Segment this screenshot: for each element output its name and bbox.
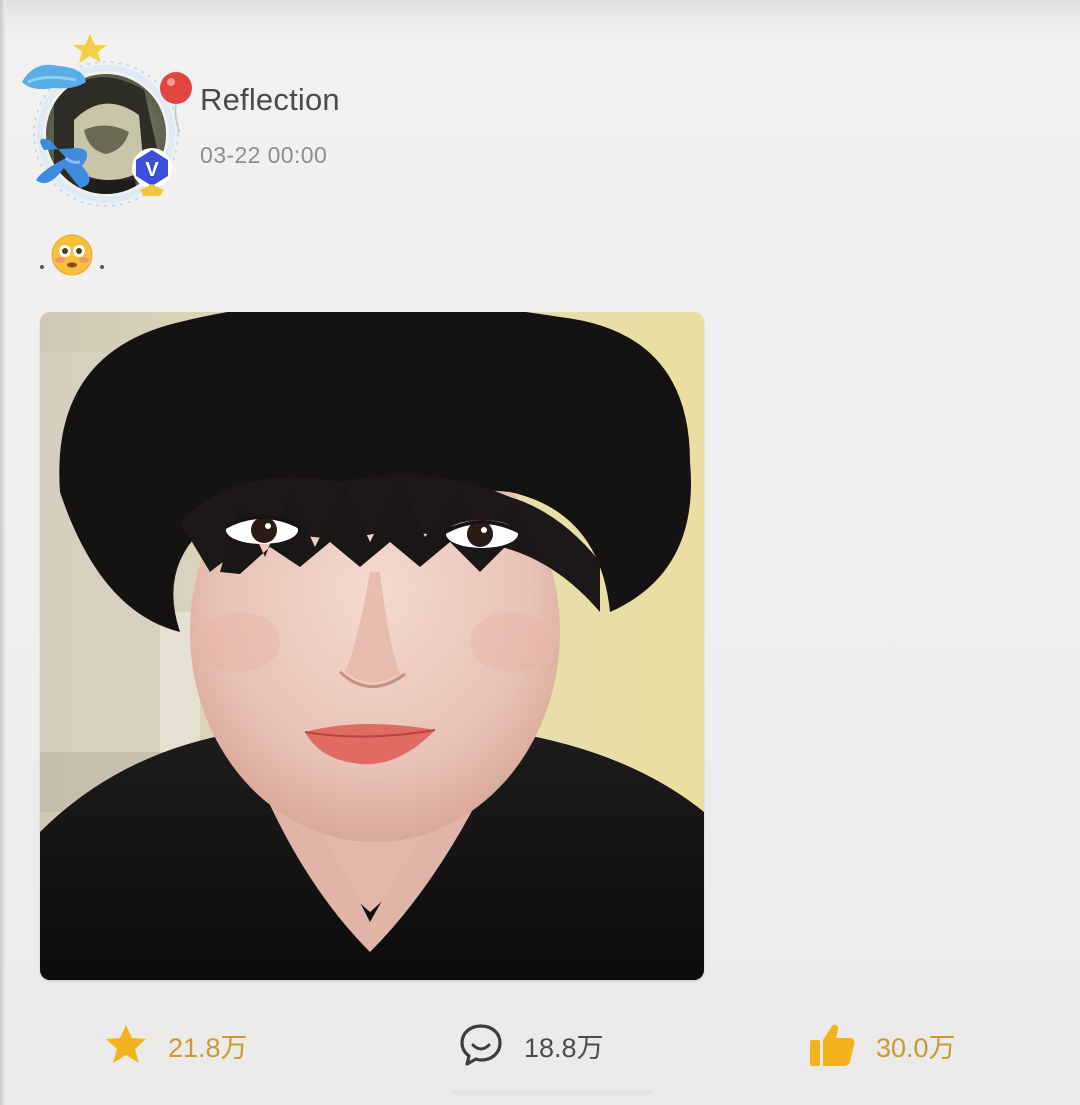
like-count: 30.0万: [876, 1032, 956, 1063]
avatar[interactable]: V: [14, 30, 200, 216]
dot-left: [40, 265, 44, 269]
comment-icon: [460, 1024, 502, 1066]
post-timestamp: 03-22 00:00: [200, 142, 328, 168]
action-bar: 21.8万 18.8万 30.0万: [0, 1010, 1080, 1080]
comment-count: 18.8万: [524, 1032, 604, 1063]
post-content: [40, 230, 104, 280]
home-indicator: [452, 1090, 652, 1095]
thumbs-up-icon: [810, 1024, 855, 1066]
star-icon: [106, 1025, 146, 1063]
flushed-emoji-icon: [51, 234, 93, 276]
author-name[interactable]: Reflection: [200, 82, 340, 118]
weibo-post-page: V Reflection 03-22 00:00 21.8万 18.8万 30.…: [0, 0, 1080, 1105]
favorite-button[interactable]: 21.8万: [104, 1010, 248, 1080]
post-photo[interactable]: [40, 312, 704, 980]
like-button[interactable]: 30.0万: [808, 1010, 956, 1080]
svg-text:V: V: [145, 159, 159, 181]
screen-edge: [0, 0, 6, 1105]
avatar-frame-icon: V: [22, 34, 192, 207]
post-header: V Reflection 03-22 00:00: [14, 30, 614, 220]
favorite-count: 21.8万: [168, 1032, 248, 1063]
comment-button[interactable]: 18.8万: [458, 1010, 604, 1080]
dot-right: [100, 265, 104, 269]
selfie-photo-icon: [40, 312, 704, 980]
